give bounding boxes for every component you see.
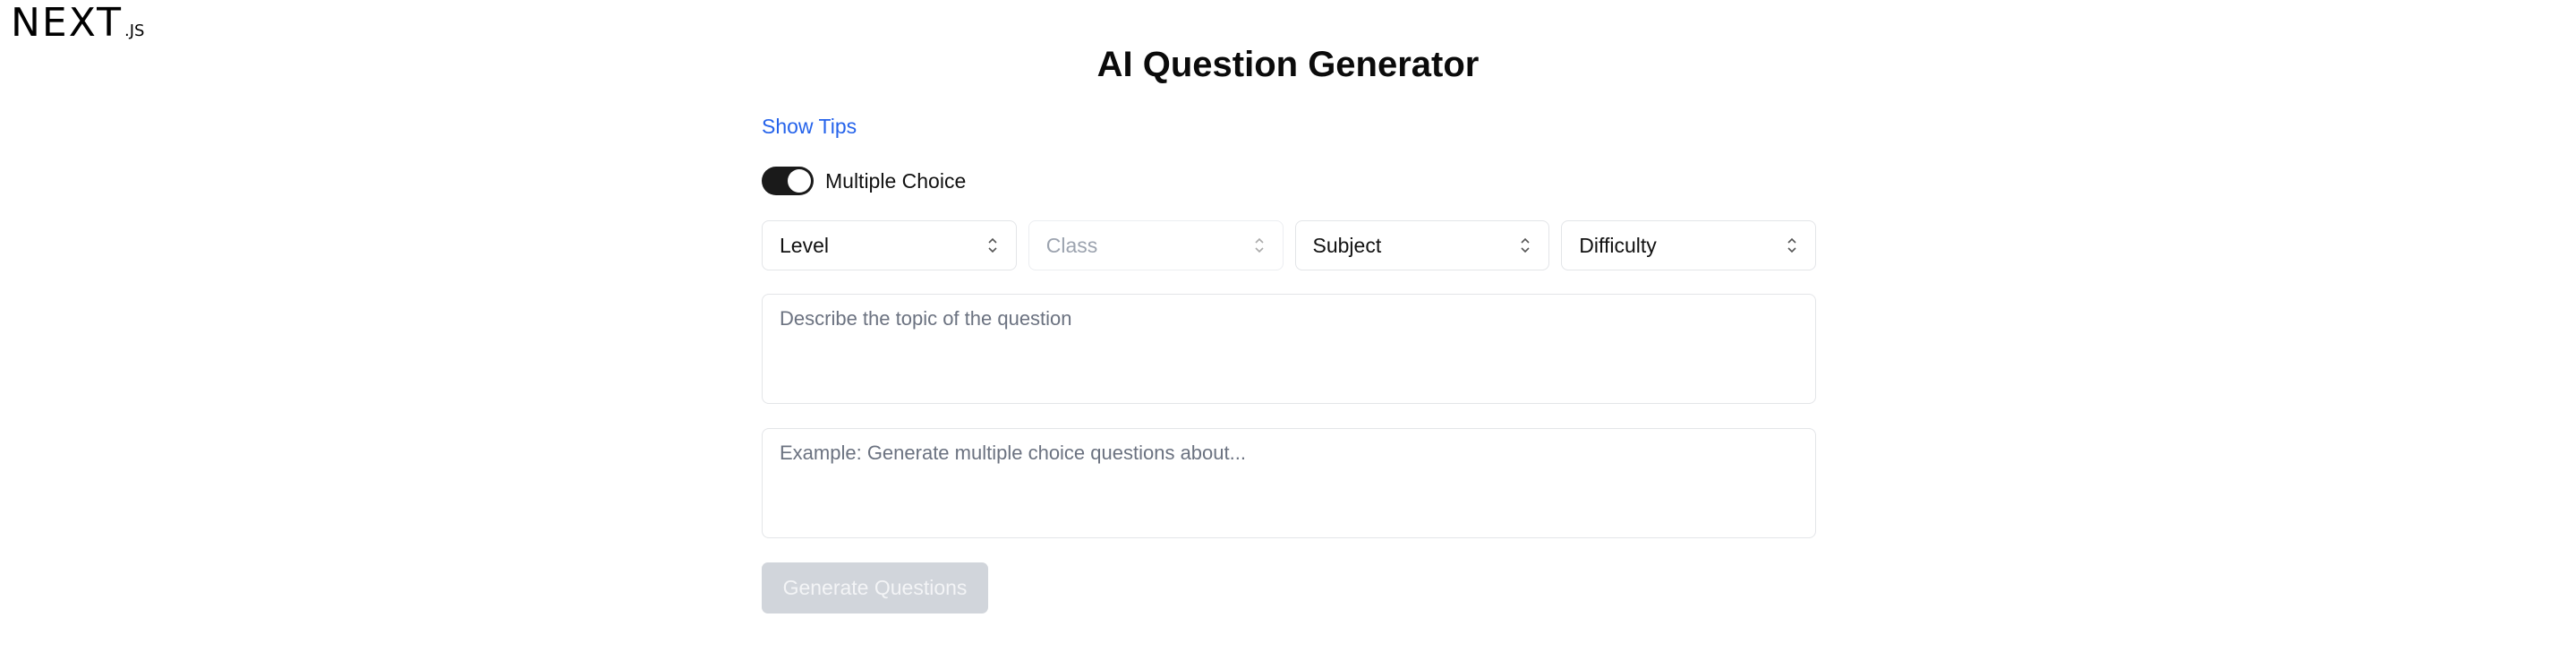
level-select-label: Level xyxy=(780,233,829,257)
level-select[interactable]: Level xyxy=(762,220,1017,270)
class-select[interactable]: Class xyxy=(1028,220,1284,270)
nextjs-logo: NEXT .JS xyxy=(11,4,144,43)
difficulty-select-label: Difficulty xyxy=(1579,233,1657,257)
show-tips-link[interactable]: Show Tips xyxy=(762,115,857,139)
chevron-up-down-icon xyxy=(1787,237,1796,253)
chevron-up-down-icon xyxy=(1254,237,1264,253)
difficulty-select[interactable]: Difficulty xyxy=(1561,220,1816,270)
multiple-choice-toggle[interactable] xyxy=(762,167,814,195)
logo-main-text: NEXT xyxy=(11,0,123,46)
chevron-up-down-icon xyxy=(1521,237,1530,253)
multiple-choice-label: Multiple Choice xyxy=(825,168,967,193)
toggle-knob xyxy=(788,169,811,193)
subject-select-label: Subject xyxy=(1312,233,1382,257)
filter-selects: Level Class Subject Difficulty xyxy=(762,220,1816,270)
chevron-up-down-icon xyxy=(988,237,997,253)
generate-questions-button[interactable]: Generate Questions xyxy=(762,562,988,613)
prompt-textarea[interactable] xyxy=(762,428,1816,538)
multiple-choice-toggle-row: Multiple Choice xyxy=(762,167,966,195)
topic-textarea[interactable] xyxy=(762,294,1816,404)
class-select-label: Class xyxy=(1045,233,1098,257)
subject-select[interactable]: Subject xyxy=(1294,220,1550,270)
logo-sub-text: .JS xyxy=(124,21,145,40)
page-title: AI Question Generator xyxy=(1096,45,1480,84)
generator-form: Show Tips Multiple Choice Level Class Su… xyxy=(762,115,1816,613)
